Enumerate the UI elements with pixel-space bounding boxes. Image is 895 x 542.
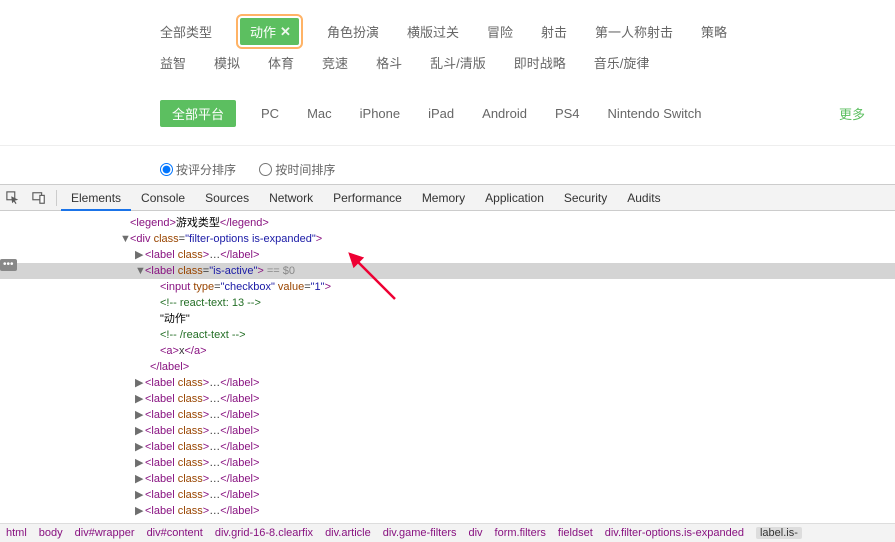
dom-line[interactable]: ▶<label class>…</label> (0, 391, 895, 407)
sort-rating-radio[interactable]: 按评分排序 (160, 161, 236, 178)
tab-performance[interactable]: Performance (323, 185, 412, 211)
filter-platform-all[interactable]: 全部平台 (160, 100, 236, 127)
filter-platform-item[interactable]: Nintendo Switch (608, 106, 702, 121)
dom-line[interactable]: ▶<label class>…</label> (0, 247, 895, 263)
sort-time-radio[interactable]: 按时间排序 (259, 161, 335, 178)
radio-input[interactable] (259, 163, 272, 176)
tab-network[interactable]: Network (259, 185, 323, 211)
dom-line[interactable]: ▶<label class>…</label> (0, 407, 895, 423)
dom-line[interactable]: "动作" (0, 311, 895, 327)
breadcrumb-item[interactable]: body (39, 527, 63, 539)
more-link[interactable]: 更多 (839, 104, 865, 123)
breadcrumb-item[interactable]: div#wrapper (75, 527, 135, 539)
filter-type-item[interactable]: 格斗 (376, 53, 402, 72)
breadcrumb-item[interactable]: div.article (325, 527, 371, 539)
filter-active-label: 动作 (250, 22, 276, 41)
filter-type-row: 全部类型 动作 ✕ 角色扮演 横版过关 冒险 射击 第一人称射击 策略 (0, 10, 895, 53)
filter-type-item[interactable]: 即时战略 (514, 53, 566, 72)
dom-line[interactable]: <input type="checkbox" value="1"> (0, 279, 895, 295)
dom-line-selected[interactable]: ▼<label class="is-active"> == $0 (0, 263, 895, 279)
filter-type-row-2: 益智 模拟 体育 竞速 格斗 乱斗/清版 即时战略 音乐/旋律 (0, 53, 895, 80)
tab-sources[interactable]: Sources (195, 185, 259, 211)
devtools-panel: Elements Console Sources Network Perform… (0, 184, 895, 542)
separator (56, 190, 57, 206)
dom-line[interactable]: ▶<label class>…</label> (0, 439, 895, 455)
filter-type-item[interactable]: 横版过关 (407, 22, 459, 41)
filter-type-item[interactable]: 益智 (160, 53, 186, 72)
dom-line[interactable]: </label> (0, 359, 895, 375)
dom-line[interactable]: <!-- react-text: 13 --> (0, 295, 895, 311)
filter-platform-item[interactable]: iPhone (360, 106, 400, 121)
filter-type-item[interactable]: 音乐/旋律 (594, 53, 650, 72)
radio-label: 按评分排序 (176, 161, 236, 178)
dom-line[interactable]: <!-- /react-text --> (0, 327, 895, 343)
filter-type-item[interactable]: 射击 (541, 22, 567, 41)
breadcrumb-item-selected[interactable]: label.is- (756, 527, 802, 539)
breadcrumb-item[interactable]: div.grid-16-8.clearfix (215, 527, 313, 539)
dom-line[interactable]: ▶<label class>…</label> (0, 471, 895, 487)
filter-type-item[interactable]: 体育 (268, 53, 294, 72)
filter-platform-item[interactable]: PS4 (555, 106, 580, 121)
filter-type-item[interactable]: 角色扮演 (327, 22, 379, 41)
dom-line[interactable]: <a>x</a> (0, 343, 895, 359)
breadcrumb-item[interactable]: form.filters (495, 527, 546, 539)
tab-security[interactable]: Security (554, 185, 617, 211)
tab-console[interactable]: Console (131, 185, 195, 211)
sort-row: 按评分排序 按时间排序 (0, 145, 895, 184)
tab-elements[interactable]: Elements (61, 185, 131, 211)
breadcrumb-item[interactable]: div.filter-options.is-expanded (605, 527, 744, 539)
dom-line[interactable]: ▶<label class>…</label> (0, 375, 895, 391)
filter-type-item[interactable]: 模拟 (214, 53, 240, 72)
filter-platform-item[interactable]: Android (482, 106, 527, 121)
filter-platform-row: 全部平台 PC Mac iPhone iPad Android PS4 Nint… (0, 85, 895, 135)
tab-application[interactable]: Application (475, 185, 554, 211)
breadcrumb-item[interactable]: div (468, 527, 482, 539)
radio-input[interactable] (160, 163, 173, 176)
dom-line[interactable]: <legend>游戏类型</legend> (0, 215, 895, 231)
dom-tree[interactable]: ••• <legend>游戏类型</legend> ▼<div class="f… (0, 211, 895, 523)
filter-type-item[interactable]: 策略 (701, 22, 727, 41)
dom-line[interactable]: ▶<label class>…</label> (0, 487, 895, 503)
dom-line[interactable]: ▼<div class="filter-options is-expanded"… (0, 231, 895, 247)
dom-line[interactable]: ▶<label class>…</label> (0, 503, 895, 519)
filter-type-active[interactable]: 动作 ✕ (240, 18, 299, 45)
breadcrumb-item[interactable]: div#content (147, 527, 203, 539)
filter-type-item[interactable]: 第一人称射击 (595, 22, 673, 41)
filter-platform-item[interactable]: PC (261, 106, 279, 121)
filter-type-all[interactable]: 全部类型 (160, 22, 212, 41)
dom-line[interactable]: ▶<label class>…</label> (0, 423, 895, 439)
radio-label: 按时间排序 (275, 161, 335, 178)
tab-memory[interactable]: Memory (412, 185, 475, 211)
ellipsis-icon[interactable]: ••• (0, 259, 17, 271)
breadcrumb-item[interactable]: html (6, 527, 27, 539)
filter-type-item[interactable]: 冒险 (487, 22, 513, 41)
dom-line[interactable]: ▶<label class>…</label> (0, 455, 895, 471)
tab-audits[interactable]: Audits (617, 185, 670, 211)
breadcrumb-item[interactable]: div.game-filters (383, 527, 457, 539)
devtools-header: Elements Console Sources Network Perform… (0, 185, 895, 211)
inspect-icon[interactable] (0, 185, 26, 211)
devtools-tabs: Elements Console Sources Network Perform… (61, 185, 671, 211)
filter-type-item[interactable]: 乱斗/清版 (430, 53, 486, 72)
filter-platform-item[interactable]: Mac (307, 106, 332, 121)
device-icon[interactable] (26, 185, 52, 211)
close-icon[interactable]: ✕ (280, 24, 291, 40)
dom-breadcrumb: html body div#wrapper div#content div.gr… (0, 523, 895, 542)
filter-platform-item[interactable]: iPad (428, 106, 454, 121)
breadcrumb-item[interactable]: fieldset (558, 527, 593, 539)
filter-type-item[interactable]: 竞速 (322, 53, 348, 72)
page-content: 全部类型 动作 ✕ 角色扮演 横版过关 冒险 射击 第一人称射击 策略 益智 模… (0, 0, 895, 184)
